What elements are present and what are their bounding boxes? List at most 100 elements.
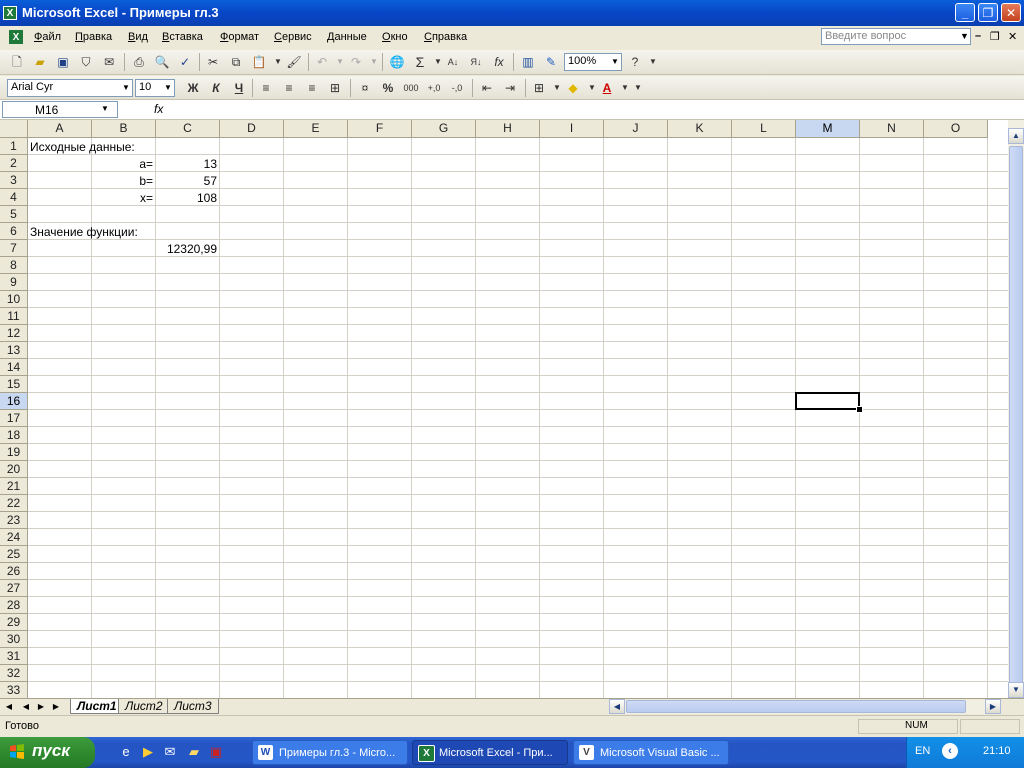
horizontal-scrollbar[interactable]: ◀ ▶ (609, 699, 1001, 714)
menu-tools[interactable]: Сервис (274, 31, 312, 43)
cut-icon[interactable]: ✂ (205, 54, 221, 70)
row-header-33[interactable]: 33 (0, 682, 28, 698)
autosum-dropdown-icon[interactable]: ▼ (430, 54, 446, 70)
column-header-a[interactable]: A (28, 120, 92, 138)
menu-file[interactable]: Файл (34, 31, 61, 43)
excel-app-icon[interactable]: X (3, 6, 17, 20)
select-all-corner[interactable] (0, 120, 28, 138)
cell-c7[interactable]: 12320,99 (156, 241, 217, 257)
row-header-1[interactable]: 1 (0, 138, 28, 155)
media-player-icon[interactable]: ▶ (139, 743, 157, 761)
insert-function-icon[interactable]: fx (491, 54, 507, 70)
percent-button[interactable]: % (380, 80, 396, 96)
row-header-29[interactable]: 29 (0, 614, 28, 631)
row-header-28[interactable]: 28 (0, 597, 28, 614)
internet-explorer-icon[interactable]: e (117, 743, 135, 761)
cell-c4[interactable]: 108 (156, 190, 217, 206)
cell-b4[interactable]: x= (92, 190, 153, 206)
row-header-26[interactable]: 26 (0, 563, 28, 580)
row-header-21[interactable]: 21 (0, 478, 28, 495)
column-header-l[interactable]: L (732, 120, 796, 138)
row-header-16[interactable]: 16 (0, 393, 28, 410)
column-header-e[interactable]: E (284, 120, 348, 138)
font-name-select[interactable]: Arial Cyr ▼ (7, 79, 133, 97)
print-preview-icon[interactable]: 🔍 (154, 54, 170, 70)
cell-a1[interactable]: Исходные данные: (30, 139, 135, 155)
first-sheet-icon[interactable]: ◀ (3, 701, 15, 713)
print-icon[interactable]: ⎙ (131, 54, 147, 70)
spelling-icon[interactable]: ✓ (177, 54, 193, 70)
doc-minimize-icon[interactable]: – (975, 30, 981, 42)
row-header-22[interactable]: 22 (0, 495, 28, 512)
new-document-icon[interactable]: 🗋 (9, 54, 25, 70)
bold-button[interactable]: Ж (185, 80, 201, 96)
row-header-18[interactable]: 18 (0, 427, 28, 444)
folder-icon[interactable]: ▰ (185, 743, 203, 761)
vertical-scroll-thumb[interactable] (1009, 146, 1023, 686)
borders-dropdown-icon[interactable]: ▼ (549, 80, 565, 96)
row-header-11[interactable]: 11 (0, 308, 28, 325)
column-header-g[interactable]: G (412, 120, 476, 138)
underline-button[interactable]: Ч (231, 80, 247, 96)
save-icon[interactable]: ▣ (55, 54, 71, 70)
row-header-7[interactable]: 7 (0, 240, 28, 257)
open-folder-icon[interactable]: ▰ (32, 54, 48, 70)
chevron-down-icon[interactable]: ▼ (101, 104, 109, 113)
chevron-down-icon[interactable]: ▼ (163, 81, 173, 95)
row-header-19[interactable]: 19 (0, 444, 28, 461)
doc-restore-icon[interactable]: ❐ (990, 30, 1000, 43)
copy-icon[interactable]: ⧉ (228, 54, 244, 70)
start-button[interactable]: пуск (0, 737, 95, 768)
column-header-i[interactable]: I (540, 120, 604, 138)
menu-view[interactable]: Вид (128, 31, 148, 43)
scroll-left-icon[interactable]: ◀ (609, 699, 625, 714)
help-question-input[interactable]: Введите вопрос (821, 28, 971, 45)
decrease-decimal-icon[interactable]: -,0 (449, 80, 465, 96)
chevron-down-icon[interactable]: ▼ (610, 55, 620, 69)
column-header-m[interactable]: M (796, 120, 860, 138)
align-left-icon[interactable]: ≡ (258, 80, 274, 96)
next-sheet-icon[interactable]: ▶ (35, 701, 47, 713)
fill-handle[interactable] (856, 406, 863, 413)
fill-color-dropdown-icon[interactable]: ▼ (584, 80, 600, 96)
row-header-9[interactable]: 9 (0, 274, 28, 291)
borders-icon[interactable]: ⊞ (531, 80, 547, 96)
column-header-k[interactable]: K (668, 120, 732, 138)
chevron-down-icon[interactable]: ▼ (960, 31, 969, 41)
row-header-32[interactable]: 32 (0, 665, 28, 682)
drawing-icon[interactable]: ✎ (543, 54, 559, 70)
toolbar-options-icon[interactable]: ▼ (630, 80, 646, 96)
row-header-10[interactable]: 10 (0, 291, 28, 308)
menu-help[interactable]: Справка (424, 31, 467, 43)
format-painter-icon[interactable]: 🖌 (286, 54, 302, 70)
task-word[interactable]: W Примеры гл.3 - Micro... (252, 740, 408, 765)
chevron-down-icon[interactable]: ▼ (121, 81, 131, 95)
increase-decimal-icon[interactable]: +,0 (426, 80, 442, 96)
cell-c2[interactable]: 13 (156, 156, 217, 172)
undo-icon[interactable]: ↶ (314, 54, 330, 70)
column-header-j[interactable]: J (604, 120, 668, 138)
zoom-select[interactable]: 100% ▼ (564, 53, 622, 71)
row-header-4[interactable]: 4 (0, 189, 28, 206)
disk-icon[interactable]: ▣ (207, 743, 225, 761)
column-header-n[interactable]: N (860, 120, 924, 138)
redo-dropdown-icon[interactable]: ▼ (366, 54, 382, 70)
row-header-17[interactable]: 17 (0, 410, 28, 427)
cell-b3[interactable]: b= (92, 173, 153, 189)
help-dropdown-icon[interactable]: ▼ (645, 54, 661, 70)
paste-icon[interactable]: 📋 (251, 54, 267, 70)
italic-button[interactable]: К (208, 80, 224, 96)
name-box[interactable]: M16 ▼ (2, 101, 118, 118)
scroll-up-icon[interactable]: ▲ (1008, 128, 1024, 144)
document-icon[interactable]: X (9, 30, 23, 44)
autosum-icon[interactable]: Σ (412, 54, 428, 70)
cell-a6[interactable]: Значение функции: (30, 224, 138, 240)
menu-data[interactable]: Данные (327, 31, 367, 43)
fill-color-icon[interactable]: ◆ (565, 80, 581, 96)
prev-sheet-icon[interactable]: ◀ (20, 701, 32, 713)
help-icon[interactable]: ? (627, 54, 643, 70)
task-excel[interactable]: X Microsoft Excel - При... (412, 740, 568, 765)
thousands-button[interactable]: 000 (403, 80, 419, 96)
row-header-24[interactable]: 24 (0, 529, 28, 546)
close-button[interactable]: ✕ (1001, 3, 1021, 22)
